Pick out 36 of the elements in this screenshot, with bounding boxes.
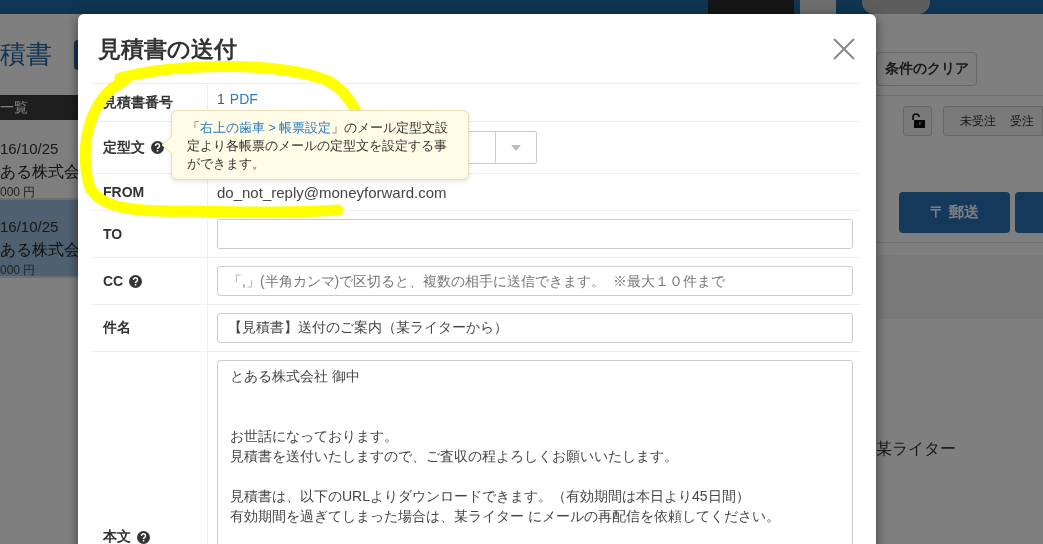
- field-label: FROM: [103, 184, 145, 200]
- message-field[interactable]: とある株式会社 御中 お世話になっております。 見積書を送付いたしますので、ご査収の程よろしくお願いいたします。 見積書は、以下のURLよりダウンロードできます。（有効期間は本日より45日間） 有効期間を過ぎてしまった場合は、某ライター にメールの再配信を依頼してください。: [217, 360, 853, 544]
- close-icon[interactable]: [832, 36, 856, 61]
- input-field[interactable]: 「,」(半角カンマ)で区切ると、複数の相手に送信できます。 ※最大１０件まで: [217, 266, 853, 296]
- caret-icon: [511, 144, 521, 151]
- status-tab[interactable]: 未受注: [954, 107, 1004, 135]
- message-line: 見積書は、以下のURLよりダウンロードできます。（有効期間は本日より45日間）: [230, 487, 751, 506]
- estimate-number: 1: [217, 91, 225, 107]
- input-field[interactable]: 【見積書】送付のご案内（某ライターから）: [217, 313, 853, 343]
- lock-button[interactable]: [903, 106, 932, 136]
- help-icon[interactable]: [151, 141, 164, 154]
- message-line: お世話になっております。: [230, 427, 399, 446]
- field-label: TO: [103, 226, 123, 242]
- help-icon[interactable]: [129, 274, 143, 288]
- field-label: 件名: [103, 319, 131, 337]
- dialog-title: 見積書の送付: [98, 35, 237, 64]
- help-icon[interactable]: [137, 530, 150, 544]
- message-line: 見積書を送付いたしますので、ご査収の程よろしくお願いいたします。: [230, 447, 679, 466]
- list-header: 一覧: [0, 95, 78, 120]
- field-label: 定型文: [103, 138, 145, 157]
- field-label: 本文: [103, 528, 131, 544]
- sender-name: 某ライター: [876, 439, 957, 459]
- postal-button[interactable]: 〒 郵送: [899, 192, 1011, 233]
- settings-link[interactable]: 右上の歯車 > 帳票設定: [200, 121, 332, 135]
- status-tab[interactable]: 受注: [1004, 107, 1042, 135]
- new-button[interactable]: [74, 39, 78, 70]
- list-item[interactable]: 16/10/25 ある株式会 000 円: [0, 200, 78, 278]
- message-line: とある株式会社 御中: [230, 367, 361, 386]
- page-title: 積書: [0, 38, 52, 71]
- message-line: 有効期間を過ぎてしまった場合は、某ライター にメールの再配信を依頼してください。: [230, 507, 781, 526]
- field-label: CC: [103, 273, 124, 289]
- tooltip-text: 「右上の歯車 > 帳票設定」のメール定型文設定より各帳票のメールの定型文を設定する事ができます。: [187, 120, 450, 173]
- clear-filter-button[interactable]: 条件のクリア: [876, 52, 977, 86]
- pdf-link[interactable]: PDF: [229, 91, 258, 107]
- sender-address: do_not_reply@moneyforward.com: [217, 183, 447, 201]
- padlock-icon: [909, 113, 926, 129]
